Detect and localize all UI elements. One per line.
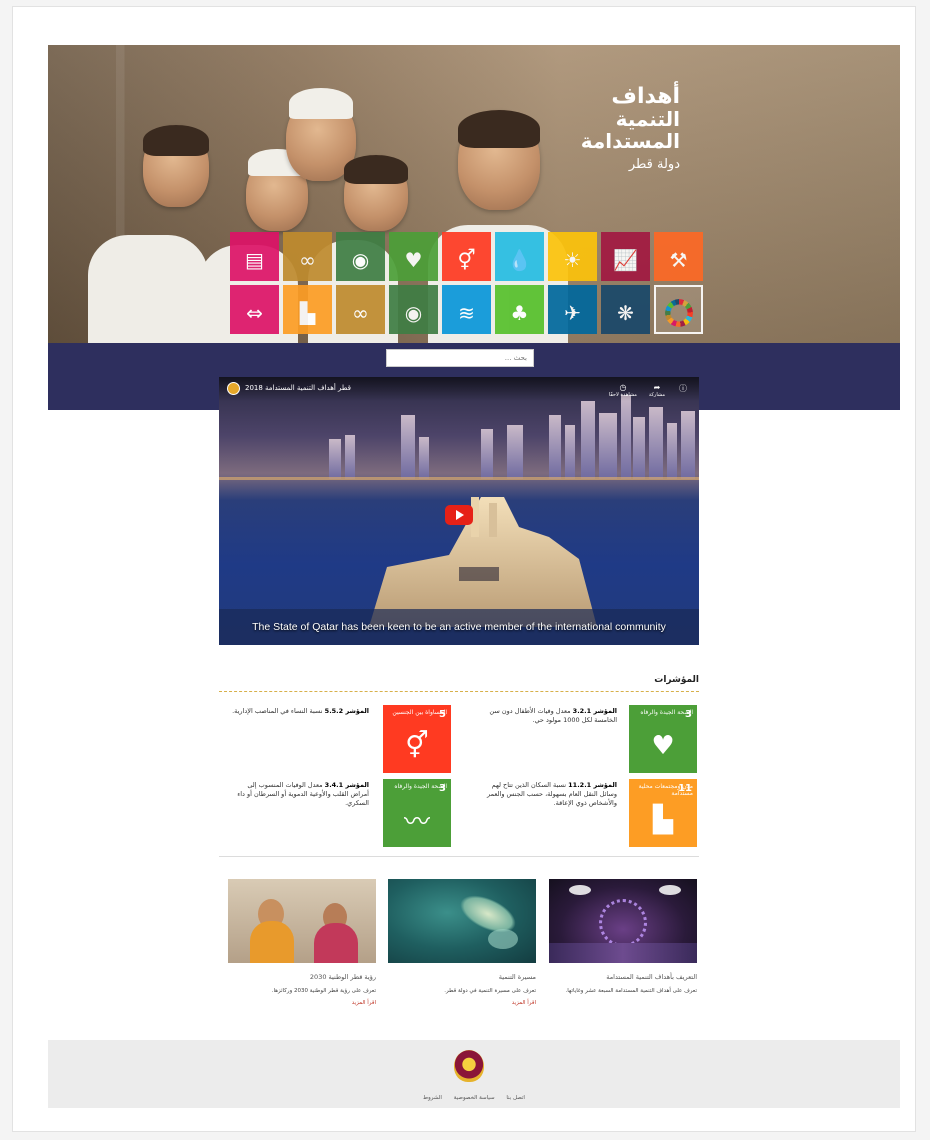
indicator-tile-2[interactable]: 5 المساواة بين الجنسين ⚥ bbox=[383, 705, 451, 773]
play-button[interactable] bbox=[445, 505, 473, 525]
equality-icon: ▤ bbox=[245, 248, 264, 273]
energy-icon: ☀ bbox=[563, 248, 582, 273]
news-card-3[interactable]: رؤية قطر الوطنية 2030 تعرف على رؤية قطر … bbox=[228, 879, 376, 1006]
card-description: تعرف على مسيرة التنمية في دولة قطر. bbox=[444, 988, 536, 994]
sdg-goal-tile[interactable] bbox=[654, 285, 703, 334]
indicator-tile-1[interactable]: 3 الصحة الجيدة والرفاه ♥ bbox=[629, 705, 697, 773]
sdg-goal-tile[interactable]: ♣ bbox=[495, 285, 544, 334]
card-title[interactable]: رؤية قطر الوطنية 2030 bbox=[228, 973, 376, 981]
read-more-link[interactable]: اقرأ المزيد bbox=[388, 1000, 536, 1006]
consumption-loop-icon: ∞ bbox=[352, 301, 369, 326]
climate-icon: ◉ bbox=[351, 248, 370, 273]
child-photo-5 bbox=[458, 110, 540, 210]
dove-icon: ✈ bbox=[564, 301, 581, 326]
card-title[interactable]: التعريف بأهداف التنمية المستدامة bbox=[549, 973, 697, 981]
consumption-icon: ∞ bbox=[299, 248, 316, 273]
qatar-emblem-logo[interactable] bbox=[454, 1050, 484, 1082]
partnership-icon: ❋ bbox=[617, 301, 634, 326]
section-divider bbox=[219, 856, 699, 857]
info-button[interactable]: ⓘ bbox=[679, 383, 687, 394]
sdg-goal-tile[interactable]: ▤ bbox=[230, 232, 279, 281]
video-caption: The State of Qatar has been keen to be a… bbox=[252, 621, 666, 633]
info-icon: ⓘ bbox=[679, 384, 687, 393]
sustainable-cities-icon: ▙ bbox=[653, 804, 673, 835]
video-player[interactable]: قطر أهداف التنمية المستدامة 2018 ◷ مشاهد… bbox=[219, 377, 699, 645]
inequality-icon: ⇔ bbox=[246, 301, 263, 326]
sdg-goal-tile[interactable]: ◉ bbox=[389, 285, 438, 334]
indicators-heading: المؤشرات bbox=[219, 675, 699, 692]
sdg-goal-tile[interactable]: 💧 bbox=[495, 232, 544, 281]
indicator-tile-3[interactable]: 11 مدن ومجتمعات محلية مستدامة ▙ bbox=[629, 779, 697, 847]
search-input[interactable] bbox=[386, 349, 534, 367]
card-image-island[interactable] bbox=[388, 879, 536, 963]
watch-later-button[interactable]: ◷ مشاهدة لاحقًا bbox=[609, 383, 637, 398]
channel-logo-icon[interactable] bbox=[227, 382, 240, 395]
play-icon bbox=[456, 510, 464, 520]
sdg-goal-tile[interactable]: ⚒ bbox=[654, 232, 703, 281]
heartbeat-icon: 〰 bbox=[403, 807, 431, 838]
wellbeing-icon: ♥ bbox=[651, 730, 675, 761]
sdg-goal-tile[interactable]: ▙ bbox=[283, 285, 332, 334]
cities-icon: ▙ bbox=[299, 301, 316, 326]
sdg-goal-tile[interactable]: 📈 bbox=[601, 232, 650, 281]
clock-icon: ◷ bbox=[619, 383, 627, 392]
news-card-2[interactable]: مسيرة التنمية تعرف على مسيرة التنمية في … bbox=[388, 879, 536, 1006]
water-icon: 💧 bbox=[507, 248, 532, 273]
sdg-goal-tile[interactable]: ⇔ bbox=[230, 285, 279, 334]
card-title[interactable]: مسيرة التنمية bbox=[388, 973, 536, 981]
hero-title: أهداف التنمية المستدامة دولة قطر bbox=[560, 85, 680, 176]
sdg-goal-tile[interactable]: ♥ bbox=[389, 232, 438, 281]
sdg-goals-grid: ▤ ∞ ◉ ♥ ⚥ 💧 ☀ 📈 ⚒ ⇔ ▙ ∞ ◉ ≋ ♣ ✈ ❋ bbox=[230, 232, 708, 340]
footer-link-1[interactable]: اتصل بنا bbox=[506, 1095, 525, 1101]
read-more-link[interactable]: اقرأ المزيد bbox=[228, 1000, 376, 1006]
news-card-1[interactable]: التعريف بأهداف التنمية المستدامة تعرف عل… bbox=[549, 879, 697, 995]
growth-icon: 📈 bbox=[613, 248, 638, 273]
card-image-stage[interactable] bbox=[549, 879, 697, 963]
page: أهداف التنمية المستدامة دولة قطر ▤ ∞ ◉ ♥ ⚥ 💧 ☀… bbox=[12, 6, 916, 1132]
gender-equality-icon: ⚥ bbox=[405, 730, 429, 761]
sdg-wheel-icon bbox=[664, 299, 693, 328]
hero-title-line3: المستدامة bbox=[580, 129, 680, 153]
health-icon: ♥ bbox=[404, 248, 423, 273]
industry-icon: ⚒ bbox=[669, 248, 688, 273]
footer-link-3[interactable]: الشروط bbox=[423, 1095, 442, 1101]
video-title[interactable]: قطر أهداف التنمية المستدامة 2018 bbox=[245, 384, 351, 392]
tree-icon: ♣ bbox=[510, 301, 529, 326]
footer: اتصل بنا سياسة الخصوصية الشروط bbox=[48, 1040, 900, 1108]
hero-banner: أهداف التنمية المستدامة دولة قطر ▤ ∞ ◉ ♥ ⚥ 💧 ☀… bbox=[48, 45, 900, 343]
hero-title-line4: دولة قطر bbox=[628, 157, 680, 172]
gender-icon: ⚥ bbox=[457, 248, 476, 273]
sdg-goal-tile[interactable]: ❋ bbox=[601, 285, 650, 334]
sdg-goal-tile[interactable]: ✈ bbox=[548, 285, 597, 334]
share-button[interactable]: ➦ مشاركة bbox=[649, 383, 665, 398]
sdg-goal-tile[interactable]: ◉ bbox=[336, 232, 385, 281]
child-photo-1 bbox=[143, 125, 209, 207]
footer-links: اتصل بنا سياسة الخصوصية الشروط bbox=[48, 1095, 900, 1101]
hero-title-line1: أهداف bbox=[611, 84, 680, 109]
hero-title-line2: التنمية bbox=[615, 107, 680, 131]
indicator-text-3: المؤشر 11.2.1 نسبة السكان الذين تتاح لهم… bbox=[487, 781, 617, 807]
card-image-children[interactable] bbox=[228, 879, 376, 963]
sdg-goal-tile[interactable]: ∞ bbox=[336, 285, 385, 334]
sdg-goal-tile[interactable]: ⚥ bbox=[442, 232, 491, 281]
indicator-text-1: المؤشر 3.2.1 معدل وفيات الأطفال دون سن ا… bbox=[489, 707, 617, 724]
card-description: تعرف على أهداف التنمية المستدامة السبعة … bbox=[565, 988, 697, 994]
fish-icon: ≋ bbox=[458, 301, 475, 326]
sdg-goal-tile[interactable]: ∞ bbox=[283, 232, 332, 281]
indicator-text-2: المؤشر 5.5.2 نسبة النساء في المناصب الإد… bbox=[232, 707, 369, 715]
indicator-text-4: المؤشر 3.4.1 معدل الوفيات المنسوب إلى أم… bbox=[237, 781, 369, 807]
sdg-goal-tile[interactable]: ☀ bbox=[548, 232, 597, 281]
eye-icon: ◉ bbox=[404, 301, 423, 326]
indicator-tile-4[interactable]: 3 الصحة الجيدة والرفاه 〰 bbox=[383, 779, 451, 847]
sdg-goal-tile[interactable]: ≋ bbox=[442, 285, 491, 334]
child-photo-4 bbox=[344, 155, 408, 231]
footer-link-2[interactable]: سياسة الخصوصية bbox=[454, 1095, 495, 1101]
share-icon: ➦ bbox=[653, 383, 661, 392]
card-description: تعرف على رؤية قطر الوطنية 2030 وركائزها. bbox=[271, 988, 376, 994]
